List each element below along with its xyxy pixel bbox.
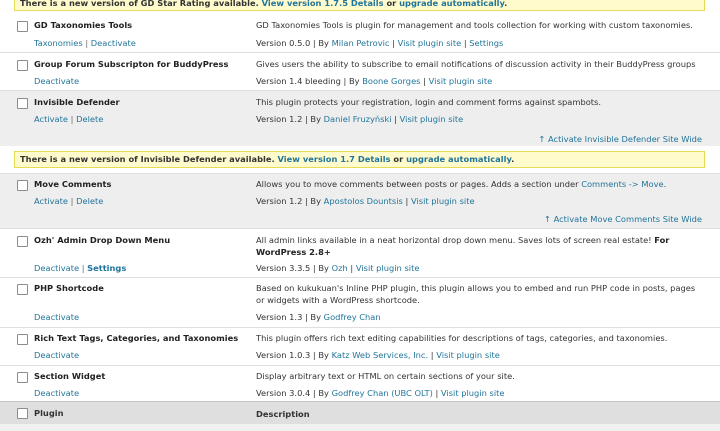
plugin-column-header: Plugin bbox=[34, 408, 64, 418]
deactivate-link[interactable]: Deactivate bbox=[34, 350, 79, 360]
plugin-row-ozh-admin-drop-down-menu: Ozh' Admin Drop Down Menu Deactivate | S… bbox=[0, 228, 720, 277]
activate-link[interactable]: Activate bbox=[34, 196, 68, 206]
plugin-name: Section Widget bbox=[34, 371, 106, 381]
author-link[interactable]: Milan Petrovic bbox=[332, 38, 390, 48]
plugin-meta: Version 1.4 bleeding | By Boone Gorges |… bbox=[256, 76, 493, 86]
author-link[interactable]: Ozh bbox=[332, 263, 348, 273]
upgrade-automatically-link[interactable]: upgrade automatically bbox=[406, 154, 511, 164]
visit-plugin-site-link[interactable]: Visit plugin site bbox=[411, 196, 475, 206]
settings-link[interactable]: Settings bbox=[87, 263, 126, 273]
plugin-row-gd-taxonomies-tools: GD Taxonomies Tools Taxonomies | Deactiv… bbox=[0, 14, 720, 52]
taxonomies-link[interactable]: Taxonomies bbox=[34, 38, 83, 48]
plugin-name: Group Forum Subscripton for BuddyPress bbox=[34, 59, 229, 69]
plugin-meta: Version 1.2 | By Apostolos Dountsis | Vi… bbox=[256, 196, 475, 206]
plugin-checkbox[interactable] bbox=[17, 21, 28, 32]
page-bottom-strip bbox=[0, 424, 720, 431]
plugin-actions: Taxonomies | Deactivate bbox=[34, 38, 136, 48]
table-footer: Plugin Description bbox=[0, 401, 720, 425]
author-link[interactable]: Apostolos Dountsis bbox=[324, 196, 403, 206]
plugin-checkbox[interactable] bbox=[17, 180, 28, 191]
visit-plugin-site-link[interactable]: Visit plugin site bbox=[398, 38, 462, 48]
plugin-checkbox[interactable] bbox=[17, 334, 28, 345]
plugin-meta: Version 1.3 | By Godfrey Chan bbox=[256, 312, 381, 322]
deactivate-link[interactable]: Deactivate bbox=[34, 312, 79, 322]
plugin-actions: Deactivate bbox=[34, 350, 79, 360]
plugin-name: Move Comments bbox=[34, 179, 112, 189]
view-details-link[interactable]: View version 1.7.5 Details bbox=[262, 0, 384, 8]
visit-plugin-site-link[interactable]: Visit plugin site bbox=[436, 350, 500, 360]
deactivate-link[interactable]: Deactivate bbox=[91, 38, 136, 48]
plugin-meta: Version 1.0.3 | By Katz Web Services, In… bbox=[256, 350, 500, 360]
activate-site-wide-link[interactable]: ↑ Activate Move Comments Site Wide bbox=[544, 214, 702, 224]
plugin-meta: Version 3.0.4 | By Godfrey Chan (UBC OLT… bbox=[256, 388, 505, 398]
update-notice-gd-star-rating: There is a new version of GD Star Rating… bbox=[14, 0, 705, 11]
activate-site-wide-link[interactable]: ↑ Activate Invisible Defender Site Wide bbox=[538, 134, 702, 144]
plugin-description: Based on kukukuan's Inline PHP plugin, t… bbox=[256, 283, 696, 305]
view-details-link[interactable]: View version 1.7 Details bbox=[278, 154, 391, 164]
visit-plugin-site-link[interactable]: Visit plugin site bbox=[441, 388, 505, 398]
plugin-description: Gives users the ability to subscribe to … bbox=[256, 59, 696, 69]
plugin-actions: Deactivate bbox=[34, 76, 79, 86]
plugin-name: Rich Text Tags, Categories, and Taxonomi… bbox=[34, 333, 239, 343]
notice-text: There is a new version of GD Star Rating… bbox=[20, 0, 259, 8]
notice-text: There is a new version of Invisible Defe… bbox=[20, 154, 275, 164]
author-link[interactable]: Katz Web Services, Inc. bbox=[332, 350, 429, 360]
deactivate-link[interactable]: Deactivate bbox=[34, 388, 79, 398]
plugin-row-move-comments: Move Comments Activate | Delete Allows y… bbox=[0, 173, 720, 228]
plugin-description: All admin links available in a neat hori… bbox=[256, 235, 670, 257]
notice-or: or bbox=[393, 154, 404, 164]
plugin-meta: Version 0.5.0 | By Milan Petrovic | Visi… bbox=[256, 38, 504, 48]
plugin-description: Allows you to move comments between post… bbox=[256, 179, 667, 189]
comments-move-link[interactable]: Comments -> Move bbox=[581, 179, 663, 189]
plugin-name: PHP Shortcode bbox=[34, 283, 104, 293]
deactivate-link[interactable]: Deactivate bbox=[34, 263, 79, 273]
plugin-name: GD Taxonomies Tools bbox=[34, 20, 133, 30]
plugin-checkbox[interactable] bbox=[17, 236, 28, 247]
update-notice-invisible-defender: There is a new version of Invisible Defe… bbox=[14, 151, 705, 168]
plugin-name: Invisible Defender bbox=[34, 97, 120, 107]
visit-plugin-site-link[interactable]: Visit plugin site bbox=[356, 263, 420, 273]
activate-link[interactable]: Activate bbox=[34, 114, 68, 124]
plugin-description: Display arbitrary text or HTML on certai… bbox=[256, 371, 515, 381]
plugin-checkbox[interactable] bbox=[17, 98, 28, 109]
plugin-checkbox[interactable] bbox=[17, 372, 28, 383]
visit-plugin-site-link[interactable]: Visit plugin site bbox=[429, 76, 493, 86]
plugin-name: Ozh' Admin Drop Down Menu bbox=[34, 235, 171, 245]
upgrade-automatically-link[interactable]: upgrade automatically bbox=[399, 0, 504, 8]
plugin-row-rich-text-tags: Rich Text Tags, Categories, and Taxonomi… bbox=[0, 327, 720, 365]
plugin-description: This plugin protects your registration, … bbox=[256, 97, 602, 107]
notice-or: or bbox=[386, 0, 397, 8]
plugin-description: GD Taxonomies Tools is plugin for manage… bbox=[256, 20, 693, 30]
description-column-header: Description bbox=[256, 409, 310, 419]
plugin-row-group-forum-subscription: Group Forum Subscripton for BuddyPress D… bbox=[0, 52, 720, 90]
visit-plugin-site-link[interactable]: Visit plugin site bbox=[400, 114, 464, 124]
plugin-actions: Deactivate bbox=[34, 312, 79, 322]
plugin-description: This plugin offers rich text editing cap… bbox=[256, 333, 668, 343]
plugin-checkbox[interactable] bbox=[17, 284, 28, 295]
plugin-actions: Activate | Delete bbox=[34, 196, 104, 206]
delete-link[interactable]: Delete bbox=[76, 114, 103, 124]
author-link[interactable]: Boone Gorges bbox=[362, 76, 420, 86]
plugin-meta: Version 3.3.5 | By Ozh | Visit plugin si… bbox=[256, 263, 420, 273]
settings-link[interactable]: Settings bbox=[469, 38, 503, 48]
delete-link[interactable]: Delete bbox=[76, 196, 103, 206]
plugin-actions: Deactivate bbox=[34, 388, 79, 398]
plugin-row-invisible-defender: Invisible Defender Activate | Delete Thi… bbox=[0, 90, 720, 146]
author-link[interactable]: Godfrey Chan (UBC OLT) bbox=[332, 388, 433, 398]
plugin-actions: Deactivate | Settings bbox=[34, 263, 127, 273]
author-link[interactable]: Daniel Fruzyński bbox=[324, 114, 392, 124]
author-link[interactable]: Godfrey Chan bbox=[324, 312, 381, 322]
plugin-meta: Version 1.2 | By Daniel Fruzyński | Visi… bbox=[256, 114, 464, 124]
plugin-row-section-widget: Section Widget Deactivate Display arbitr… bbox=[0, 365, 720, 401]
deactivate-link[interactable]: Deactivate bbox=[34, 76, 79, 86]
plugin-checkbox[interactable] bbox=[17, 60, 28, 71]
plugin-row-php-shortcode: PHP Shortcode Deactivate Based on kukuku… bbox=[0, 277, 720, 327]
select-all-checkbox[interactable] bbox=[17, 408, 28, 419]
plugin-actions: Activate | Delete bbox=[34, 114, 104, 124]
